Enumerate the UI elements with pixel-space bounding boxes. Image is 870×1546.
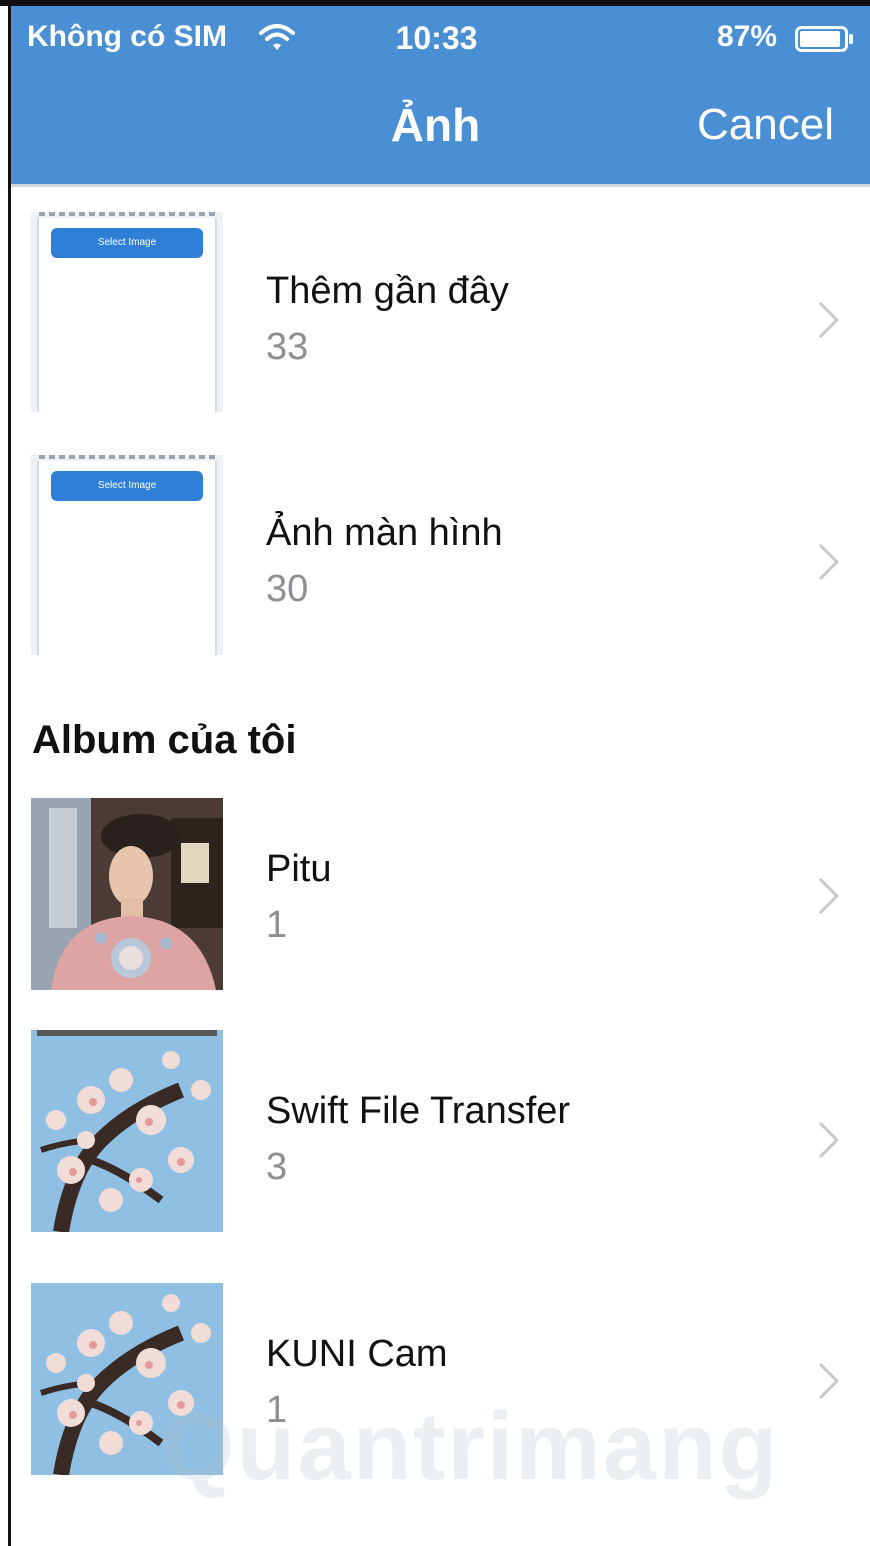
album-count: 1 — [266, 1389, 288, 1431]
blossom-photo-image — [31, 1283, 223, 1475]
album-thumbnail — [31, 1030, 223, 1232]
album-thumbnail — [31, 1283, 223, 1475]
chevron-right-icon — [819, 878, 839, 914]
album-count: 1 — [266, 904, 288, 946]
thumbnail-select-image-label: Select Image — [51, 228, 203, 258]
album-row-swift-file-transfer[interactable]: Swift File Transfer 3 — [11, 1030, 870, 1232]
album-row-screenshots[interactable]: Select Image Ảnh màn hình 30 — [11, 455, 870, 655]
album-thumbnail: Select Image — [31, 212, 223, 412]
chevron-right-icon — [819, 302, 839, 338]
navigation-header: Không có SIM 10:33 87% Ảnh Cancel — [11, 6, 870, 184]
chevron-right-icon — [819, 1363, 839, 1399]
album-count: 33 — [266, 326, 309, 368]
chevron-right-icon — [819, 544, 839, 580]
screen-frame-left — [8, 0, 11, 1546]
thumbnail-select-image-label: Select Image — [51, 471, 203, 501]
chevron-right-icon — [819, 1122, 839, 1158]
section-title-my-albums: Album của tôi — [32, 718, 297, 762]
album-title: Pitu — [266, 848, 332, 890]
album-title: Swift File Transfer — [266, 1090, 571, 1132]
battery-percent: 87% — [717, 20, 778, 53]
album-thumbnail: Select Image — [31, 455, 223, 655]
battery-icon — [795, 26, 853, 52]
screen-frame-top — [0, 0, 870, 6]
album-count: 30 — [266, 568, 309, 610]
album-row-kuni-cam[interactable]: KUNI Cam 1 — [11, 1283, 870, 1475]
blossom-photo-image — [31, 1030, 223, 1232]
album-row-recently-added[interactable]: Select Image Thêm gần đây 33 — [11, 212, 870, 412]
portrait-photo-image — [31, 798, 223, 990]
header-divider — [11, 184, 870, 187]
album-thumbnail — [31, 798, 223, 990]
album-title: Thêm gần đây — [266, 270, 509, 312]
album-row-pitu[interactable]: Pitu 1 — [11, 798, 870, 990]
album-title: Ảnh màn hình — [266, 512, 503, 554]
cancel-button[interactable]: Cancel — [697, 100, 834, 150]
album-title: KUNI Cam — [266, 1333, 448, 1375]
status-bar: Không có SIM 10:33 87% — [11, 6, 870, 70]
album-count: 3 — [266, 1146, 288, 1188]
